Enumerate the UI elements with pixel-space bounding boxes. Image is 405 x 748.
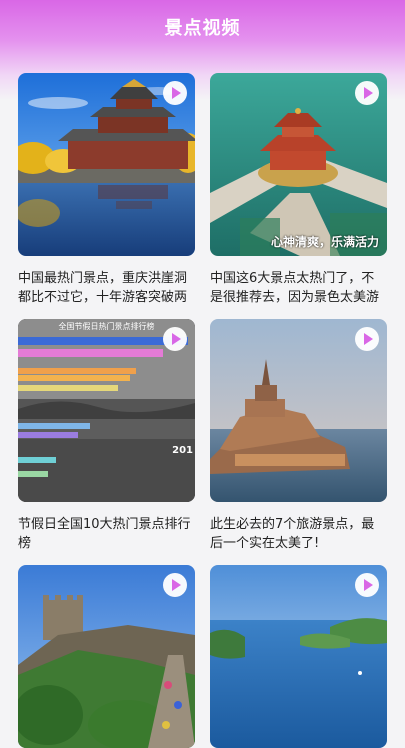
video-caption: 节假日全国10大热门景点排行榜: [18, 517, 191, 551]
play-icon[interactable]: [355, 327, 379, 351]
video-thumbnail[interactable]: [18, 565, 195, 748]
video-thumbnail[interactable]: [210, 319, 387, 502]
play-icon[interactable]: [355, 81, 379, 105]
video-overlay-text: 心神清爽，乐满活力: [270, 235, 379, 249]
video-thumbnail[interactable]: 全国节假日热门景点排行榜 201: [18, 319, 195, 502]
page-title: 景点视频: [164, 18, 241, 39]
play-icon[interactable]: [355, 573, 379, 597]
play-icon[interactable]: [163, 81, 187, 105]
video-caption: 中国最热门景点，重庆洪崖洞都比不过它，十年游客突破两: [18, 271, 188, 305]
play-icon[interactable]: [163, 327, 187, 351]
video-caption: 中国这6大景点太热门了，不是很推荐去，因为景色太美游: [210, 271, 380, 305]
video-caption: 此生必去的7个旅游景点，最后一个实在太美了!: [210, 517, 375, 551]
video-thumbnail[interactable]: 心神清爽，乐满活力: [210, 73, 387, 256]
video-thumbnail[interactable]: [210, 565, 387, 748]
chart-year: 201: [172, 445, 193, 456]
video-thumbnail[interactable]: [18, 73, 195, 256]
play-icon[interactable]: [163, 573, 187, 597]
